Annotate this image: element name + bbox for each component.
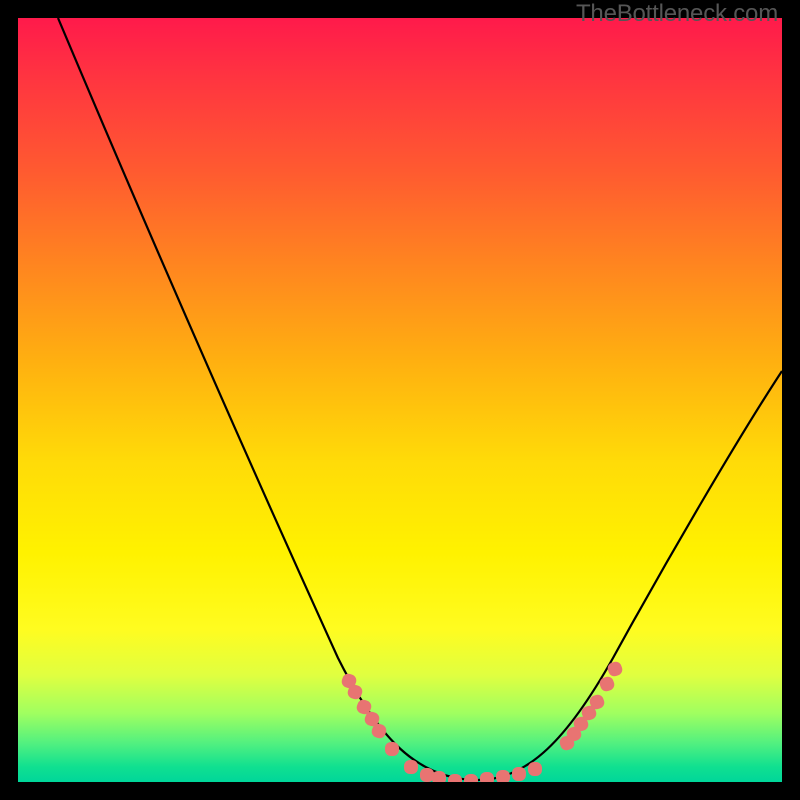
chart-area	[18, 18, 782, 782]
watermark-text: TheBottleneck.com	[576, 0, 778, 28]
bottleneck-curve	[58, 18, 782, 780]
curve-layer	[18, 18, 782, 782]
marker-group	[340, 660, 624, 782]
